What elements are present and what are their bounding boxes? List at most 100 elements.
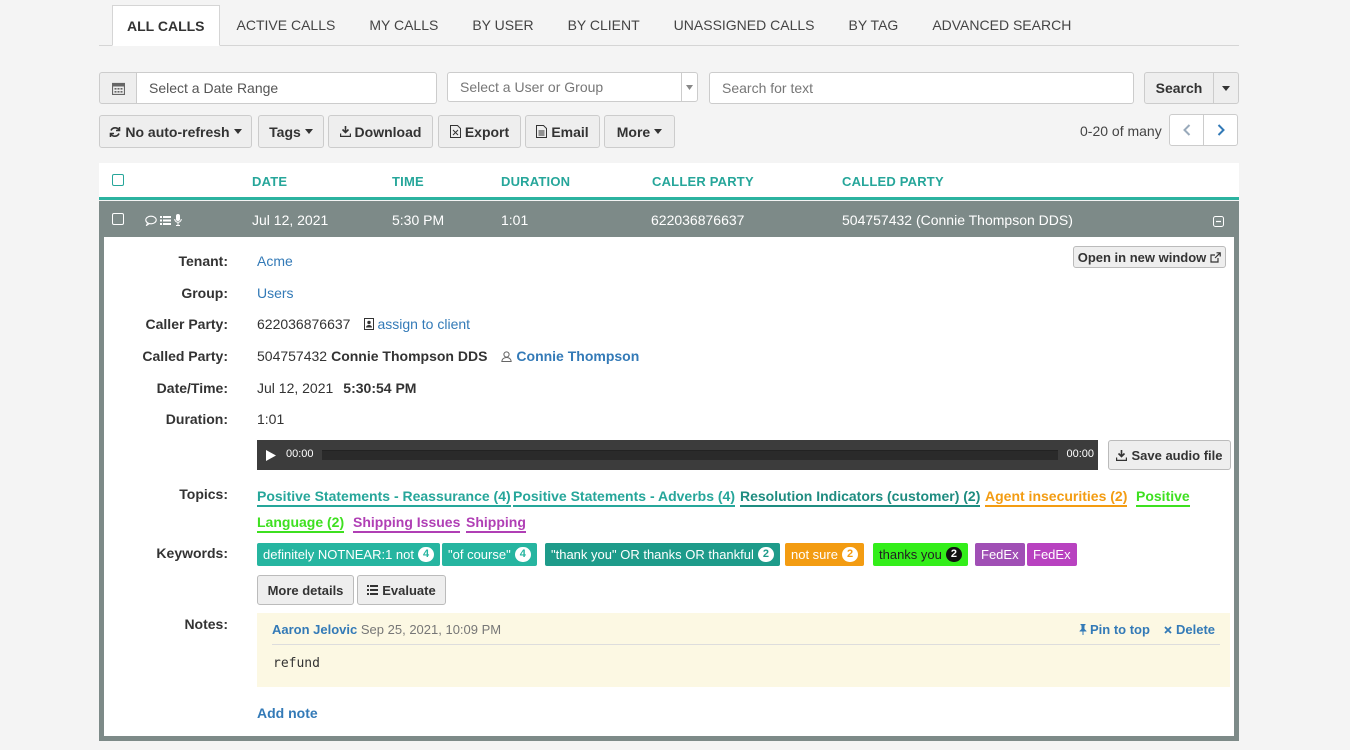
caret-down-icon	[681, 73, 697, 101]
datetime-label: Date/Time:	[156, 380, 228, 396]
topic-tag[interactable]: Shipping Issues	[353, 514, 461, 533]
evaluate-label: Evaluate	[382, 582, 436, 598]
tab-all-calls[interactable]: ALL CALLS	[112, 5, 220, 46]
date-range-group: Select a Date Range	[99, 72, 437, 104]
note-divider	[272, 644, 1220, 645]
email-label: Email	[551, 123, 589, 140]
keyword-badge[interactable]: FedEx	[975, 543, 1025, 566]
tab-unassigned-calls[interactable]: UNASSIGNED CALLS	[657, 5, 832, 45]
microphone-icon	[174, 214, 182, 226]
topic-tag[interactable]: Positive	[1136, 488, 1190, 507]
assign-client-link[interactable]: assign to client	[364, 316, 470, 332]
more-details-button[interactable]: More details	[257, 575, 354, 605]
audio-player[interactable]: 00:00 00:00	[257, 440, 1098, 470]
download-button[interactable]: Download	[328, 115, 433, 148]
comment-icon	[145, 215, 157, 226]
auto-refresh-label: No auto-refresh	[125, 123, 230, 140]
evaluate-button[interactable]: Evaluate	[357, 575, 446, 605]
date-range-input[interactable]: Select a Date Range	[137, 72, 437, 104]
search-button[interactable]: Search	[1144, 72, 1214, 104]
calendar-icon[interactable]	[99, 72, 137, 104]
keyword-text: definitely NOTNEAR:1 not	[263, 547, 415, 562]
called-contact-link[interactable]: Connie Thompson	[501, 348, 639, 364]
keyword-text: thanks you	[879, 547, 942, 562]
tags-dropdown[interactable]: Tags	[258, 115, 324, 148]
topics-label: Topics:	[179, 486, 228, 502]
calls-table-header: DATE TIME DURATION CALLER PARTY CALLED P…	[99, 163, 1239, 200]
col-date[interactable]: DATE	[252, 174, 287, 189]
call-detail-panel: Open in new window Tenant: Acme Group: U…	[99, 237, 1239, 741]
topic-tag[interactable]: Shipping	[466, 514, 526, 533]
more-dropdown[interactable]: More	[604, 115, 675, 148]
keyword-badge[interactable]: FedEx	[1027, 543, 1077, 566]
user-group-select[interactable]: Select a User or Group	[447, 72, 698, 102]
list-icon	[160, 215, 171, 225]
row-duration: 1:01	[501, 212, 529, 228]
player-current-time: 00:00	[286, 448, 314, 460]
pin-to-top-link[interactable]: Pin to top	[1079, 622, 1150, 637]
keywords-label: Keywords:	[156, 545, 228, 561]
tab-by-client[interactable]: BY CLIENT	[551, 5, 657, 45]
open-new-window-label: Open in new window	[1077, 249, 1207, 265]
note-author[interactable]: Aaron Jelovic	[272, 622, 357, 637]
datetime-value: Jul 12, 2021 5:30:54 PM	[257, 380, 416, 396]
auto-refresh-dropdown[interactable]: No auto-refresh	[99, 115, 252, 148]
topic-tag[interactable]: Positive Statements - Reassurance (4)	[257, 488, 511, 507]
tab-by-user[interactable]: BY USER	[455, 5, 550, 45]
row-checkbox[interactable]	[112, 213, 124, 225]
topic-tag[interactable]: Positive Statements - Adverbs (4)	[513, 488, 735, 507]
group-label: Group:	[181, 285, 228, 301]
next-page-button[interactable]	[1203, 114, 1238, 146]
topic-tag[interactable]: Agent insecurities (2)	[985, 488, 1128, 507]
nav-tabs: ALL CALLS ACTIVE CALLS MY CALLS BY USER …	[99, 5, 1239, 46]
group-link[interactable]: Users	[257, 285, 294, 301]
chevron-left-icon	[1182, 124, 1190, 136]
search-options-caret[interactable]	[1213, 72, 1239, 104]
called-party-value: 504757432 Connie Thompson DDS Connie Tho…	[257, 348, 639, 364]
keyword-badge[interactable]: "of course" 4	[442, 543, 537, 566]
keyword-count: 2	[757, 547, 775, 562]
add-note-link[interactable]: Add note	[257, 705, 318, 721]
caret-down-icon	[304, 129, 313, 134]
text-search-input[interactable]: Search for text	[709, 72, 1134, 104]
tab-advanced-search[interactable]: ADVANCED SEARCH	[915, 5, 1088, 45]
table-row[interactable]: Jul 12, 2021 5:30 PM 1:01 622036876637 5…	[99, 201, 1239, 238]
keyword-badge[interactable]: "thank you" OR thanks OR thankful 2	[545, 543, 781, 566]
open-new-window-button[interactable]: Open in new window	[1073, 246, 1226, 268]
download-icon	[1116, 449, 1128, 461]
external-link-icon	[1210, 251, 1222, 263]
tab-by-tag[interactable]: BY TAG	[832, 5, 916, 45]
call-time: 5:30:54 PM	[343, 380, 417, 396]
topic-tag[interactable]: Resolution Indicators (customer) (2)	[740, 488, 981, 507]
keyword-text: FedEx	[1033, 547, 1071, 562]
call-date: Jul 12, 2021	[257, 380, 334, 396]
delete-note-label: Delete	[1176, 622, 1216, 637]
keyword-badge[interactable]: not sure 2	[785, 543, 865, 566]
row-caller: 622036876637	[651, 212, 745, 228]
keyword-badge[interactable]: definitely NOTNEAR:1 not 4	[257, 543, 441, 566]
col-duration[interactable]: DURATION	[501, 174, 570, 189]
called-name: Connie Thompson DDS	[331, 348, 488, 364]
prev-page-button[interactable]	[1169, 114, 1204, 146]
save-audio-button[interactable]: Save audio file	[1108, 440, 1231, 470]
delete-note-link[interactable]: Delete	[1164, 622, 1215, 637]
player-progress-bar[interactable]	[322, 450, 1058, 460]
keyword-badge[interactable]: thanks you 2	[873, 543, 968, 566]
pin-to-top-label: Pin to top	[1090, 622, 1150, 637]
tenant-link[interactable]: Acme	[257, 253, 293, 269]
tab-active-calls[interactable]: ACTIVE CALLS	[220, 5, 353, 45]
excel-file-icon	[449, 125, 461, 138]
tab-my-calls[interactable]: MY CALLS	[352, 5, 455, 45]
col-called-party[interactable]: CALLED PARTY	[842, 174, 944, 189]
keyword-count: 4	[418, 547, 435, 562]
col-time[interactable]: TIME	[392, 174, 424, 189]
row-date: Jul 12, 2021	[252, 212, 329, 228]
email-button[interactable]: Email	[525, 115, 600, 148]
collapse-icon[interactable]	[1213, 214, 1224, 230]
keyword-text: "thank you" OR thanks OR thankful	[551, 547, 754, 562]
topic-tag[interactable]: Language (2)	[257, 514, 345, 533]
export-button[interactable]: Export	[438, 115, 521, 148]
play-icon[interactable]	[266, 450, 276, 461]
col-caller-party[interactable]: CALLER PARTY	[652, 174, 754, 189]
select-all-checkbox[interactable]	[112, 174, 124, 186]
